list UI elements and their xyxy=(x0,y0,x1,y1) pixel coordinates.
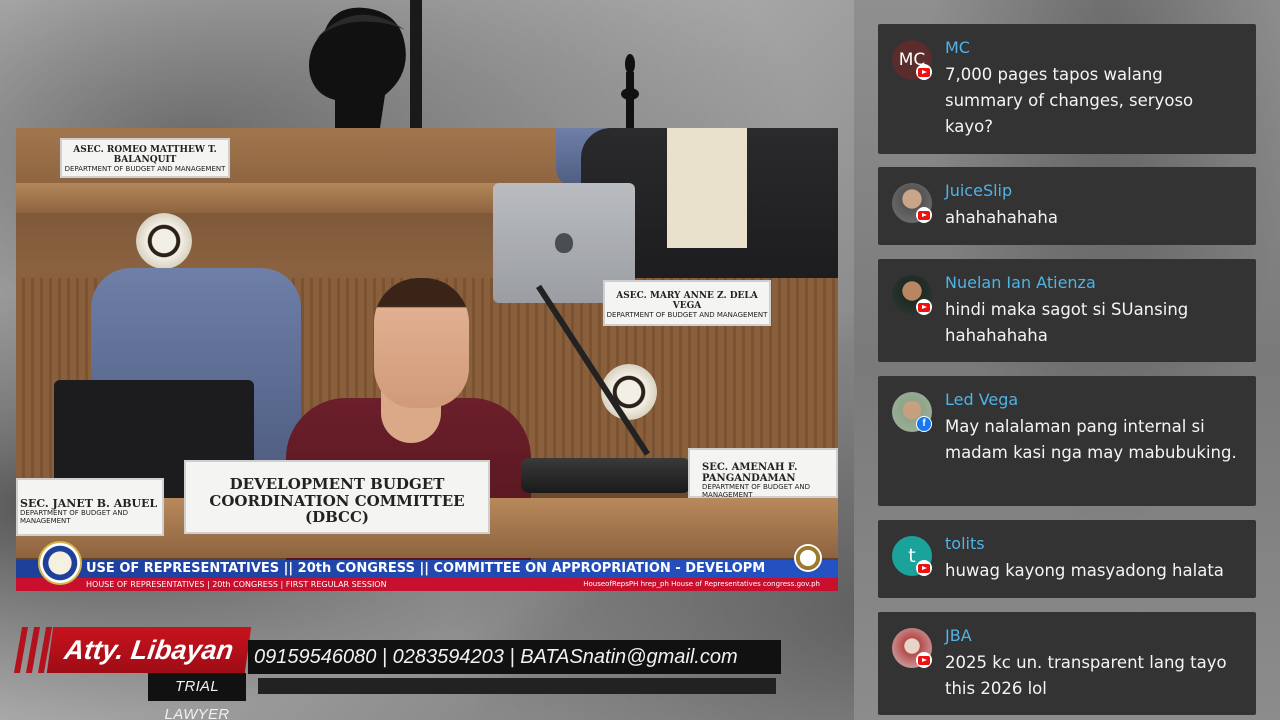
lawyer-contact: 09159546080 | 0283594203 | BATASnatin@gm… xyxy=(248,640,781,674)
lower-third-underbar xyxy=(258,678,776,694)
nameplate-name: ASEC. MARY ANNE Z. DELA VEGA xyxy=(616,291,758,311)
nameplate-name: SEC. JANET B. ABUEL xyxy=(20,497,158,510)
nameplate-mid-right: ASEC. MARY ANNE Z. DELA VEGA DEPARTMENT … xyxy=(603,280,771,326)
lady-justice-statue-icon xyxy=(309,0,422,128)
chat-message: t tolits huwag kayong masyadong halata xyxy=(878,520,1256,598)
avatar xyxy=(892,183,932,223)
avatar: t xyxy=(892,536,932,576)
chat-message: MC MC 7,000 pages tapos walang summary o… xyxy=(878,24,1256,154)
chat-message: JuiceSlip ahahahahaha xyxy=(878,167,1256,245)
congress-seal-icon xyxy=(794,544,822,572)
nameplate-left: SEC. JANET B. ABUEL DEPARTMENT OF BUDGET… xyxy=(16,478,164,536)
nameplate-line1: DEVELOPMENT BUDGET xyxy=(229,475,445,493)
youtube-icon xyxy=(916,560,932,576)
chat-text: 2025 kc un. transparent lang tayo this 2… xyxy=(945,653,1227,698)
chat-text: hindi maka sagot si SUansing hahahahaha xyxy=(945,300,1189,345)
lawyer-title: TRIAL LAWYER xyxy=(148,673,246,720)
chat-author: Nuelan Ian Atienza xyxy=(945,273,1096,292)
youtube-icon xyxy=(916,207,932,223)
house-of-representatives-seal-icon xyxy=(38,541,82,585)
youtube-icon xyxy=(916,299,932,315)
chat-author: JBA xyxy=(945,626,972,645)
nameplate-dept: DEPARTMENT OF BUDGET AND MANAGEMENT xyxy=(702,483,811,499)
microphone-base xyxy=(521,458,691,493)
avatar: MC xyxy=(892,40,932,80)
chat-text: May nalalaman pang internal si madam kas… xyxy=(945,417,1237,462)
ticker-bottom-line: HOUSE OF REPRESENTATIVES | 20th CONGRESS… xyxy=(16,578,838,591)
youtube-icon xyxy=(916,64,932,80)
nameplate-name: ASEC. ROMEO MATTHEW T. BALANQUIT xyxy=(73,145,217,165)
ticker-session: HOUSE OF REPRESENTATIVES | 20th CONGRESS… xyxy=(86,580,387,589)
broadcast-ticker: USE OF REPRESENTATIVES || 20th CONGRESS … xyxy=(16,560,838,591)
nameplate-dept: DEPARTMENT OF BUDGET AND MANAGEMENT xyxy=(606,310,768,319)
chat-message: JBA 2025 kc un. transparent lang tayo th… xyxy=(878,612,1256,715)
ticker-top-line: USE OF REPRESENTATIVES || 20th CONGRESS … xyxy=(16,560,838,578)
nameplate-dept: DEPARTMENT OF BUDGET AND MANAGEMENT xyxy=(20,509,129,525)
nameplate-top-left: ASEC. ROMEO MATTHEW T. BALANQUIT DEPARTM… xyxy=(60,138,230,178)
live-chat-panel: MC MC 7,000 pages tapos walang summary o… xyxy=(854,0,1280,720)
chat-author: MC xyxy=(945,38,970,57)
avatar: f xyxy=(892,392,932,432)
livestream-video[interactable]: ASEC. ROMEO MATTHEW T. BALANQUIT DEPARTM… xyxy=(16,128,838,591)
chat-text: ahahahahaha xyxy=(945,208,1058,227)
nameplate-dept: DEPARTMENT OF BUDGET AND MANAGEMENT xyxy=(64,164,226,173)
avatar xyxy=(892,275,932,315)
chat-author: Led Vega xyxy=(945,390,1019,409)
nameplate-line2: COORDINATION COMMITTEE (DBCC) xyxy=(209,491,465,526)
chat-message: f Led Vega May nalalaman pang internal s… xyxy=(878,376,1256,506)
chat-author: JuiceSlip xyxy=(945,181,1013,200)
nameplate-dbcc: DEVELOPMENT BUDGET COORDINATION COMMITTE… xyxy=(184,460,490,534)
sun-emblem-icon xyxy=(136,213,192,269)
finial-ornament-icon xyxy=(621,54,639,130)
nameplate-name: SEC. AMENAH F. PANGANDAMAN xyxy=(702,462,798,484)
chat-message: Nuelan Ian Atienza hindi maka sagot si S… xyxy=(878,259,1256,362)
apple-logo-icon xyxy=(555,233,573,253)
chat-text: huwag kayong masyadong halata xyxy=(945,561,1224,580)
facebook-icon: f xyxy=(916,416,932,432)
chat-text: 7,000 pages tapos walang summary of chan… xyxy=(945,65,1194,136)
ticker-socials: HouseofRepsPH hrep_ph House of Represent… xyxy=(583,580,820,588)
lawyer-name: Atty. Libayan xyxy=(46,627,252,673)
avatar xyxy=(892,628,932,668)
chat-author: tolits xyxy=(945,534,985,553)
nameplate-right: SEC. AMENAH F. PANGANDAMAN DEPARTMENT OF… xyxy=(688,448,838,499)
youtube-icon xyxy=(916,652,932,668)
